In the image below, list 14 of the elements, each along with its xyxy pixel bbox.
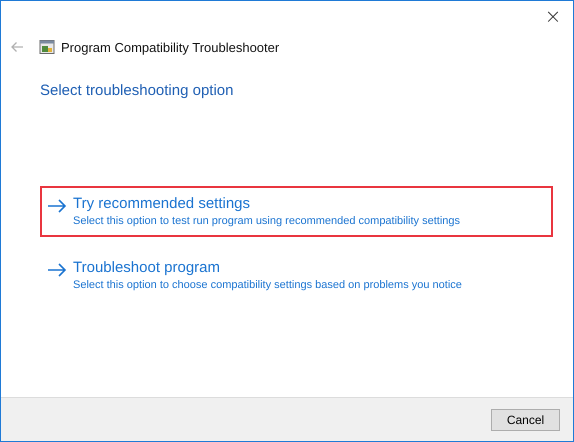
window-title: Program Compatibility Troubleshooter <box>61 40 280 54</box>
close-button[interactable]: × <box>533 1 573 31</box>
cancel-button[interactable]: Cancel <box>491 408 560 430</box>
back-arrow-icon[interactable] <box>10 41 24 53</box>
highlighted-option[interactable]: Try recommended settings Select this option to test run program using recommended compatibility settings <box>40 186 553 237</box>
arrow-icon <box>47 263 67 277</box>
page-heading: Select troubleshooting option <box>40 82 234 99</box>
option-title: Try recommended settings <box>73 195 252 212</box>
option-description: Select this option to test run program using recommended compatibility settings <box>73 215 460 227</box>
option-link[interactable]: Troubleshoot program Select this option to choose compatibility settings based on problems you notice <box>40 250 553 301</box>
arrow-icon <box>47 199 67 213</box>
option-description: Select this option to choose compatibility settings based on problems you notice <box>73 279 462 291</box>
program-window-icon <box>39 39 55 55</box>
option-title: Troubleshoot program <box>73 259 222 276</box>
